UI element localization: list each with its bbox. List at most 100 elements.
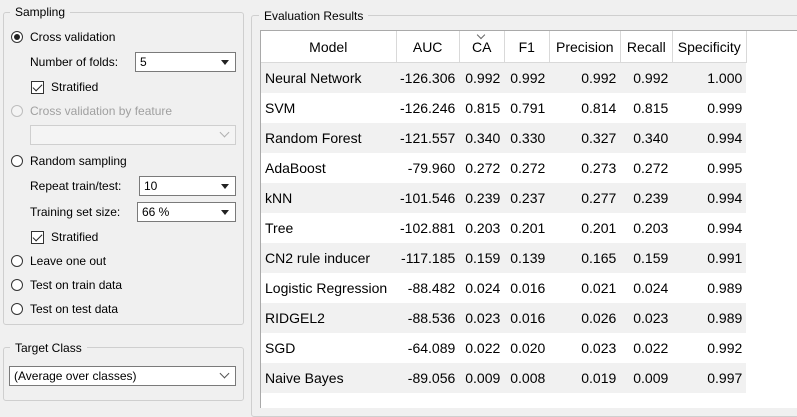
col-header-f1[interactable]: F1 [504,31,550,63]
table-row[interactable]: RIDGEL2 -88.536 0.023 0.016 0.026 0.023 0.989 [261,303,747,333]
table-row[interactable]: Naive Bayes -89.056 0.009 0.008 0.019 0.009 0.… [261,363,747,393]
cell-precision: 0.023 [581,340,617,356]
cell-precision: 0.273 [581,160,617,176]
checkbox-indicator [31,230,44,244]
test-on-train-label: Test on train data [30,278,123,292]
cell-recall: 0.023 [620,303,673,333]
cell-ca: 0.024 [465,280,501,296]
cell-specificity: 0.997 [672,363,747,393]
dropdown-arrow-icon [221,60,229,65]
dropdown-arrow-icon [221,184,229,189]
cell-auc: -79.960 [407,160,456,176]
stratified-checkbox-2[interactable]: Stratified [31,227,98,247]
table-row[interactable]: SGD -64.089 0.022 0.020 0.023 0.022 0.992 [261,333,746,363]
table-row[interactable]: Tree -102.881 0.203 0.201 0.201 0.203 0.994 [261,213,746,243]
cv-by-feature-radio[interactable]: Cross validation by feature [11,101,172,121]
folds-value: 5 [140,55,147,69]
cell-precision: 0.019 [549,363,621,393]
cell-f1: 0.020 [510,340,546,356]
radio-indicator [11,155,23,167]
cell-ca: 0.239 [459,183,505,213]
cell-ca: 0.992 [459,62,505,93]
results-title: Evaluation Results [259,9,369,23]
test-on-test-label: Test on test data [30,302,119,316]
cell-ca: 0.815 [465,100,501,116]
cell-ca: 0.203 [465,220,501,236]
radio-indicator [11,279,23,291]
results-table: Model AUC CA F1 Precision Recall Specifi… [261,31,747,393]
cell-f1: 0.791 [510,100,546,116]
leave-one-out-radio[interactable]: Leave one out [11,251,106,271]
cell-recall: 0.024 [633,280,669,296]
cell-specificity: 0.992 [707,340,743,356]
stratified-label-1: Stratified [51,80,99,94]
cell-f1: 0.016 [504,303,550,333]
cell-model: Logistic Regression [265,280,388,296]
cell-auc: -88.482 [407,280,456,296]
col-header-recall[interactable]: Recall [620,31,673,63]
cell-precision: 0.026 [549,303,621,333]
repeat-combo[interactable]: 10 [139,176,236,196]
cell-precision: 0.201 [581,220,617,236]
folds-combo[interactable]: 5 [135,52,236,72]
cell-specificity: 0.999 [707,100,743,116]
cell-auc: -101.546 [396,183,460,213]
cell-auc: -121.557 [396,123,460,153]
cell-recall: 0.815 [633,100,669,116]
col-header-auc[interactable]: AUC [396,31,460,63]
table-row[interactable]: kNN -101.546 0.239 0.237 0.277 0.239 0.994 [261,183,747,213]
cell-auc: -117.185 [396,243,460,273]
cell-model: Tree [265,220,294,236]
test-on-train-radio[interactable]: Test on train data [11,275,122,295]
cv-by-feature-label: Cross validation by feature [30,104,173,118]
results-table-view[interactable]: Model AUC CA F1 Precision Recall Specifi… [260,30,797,408]
cell-model: CN2 rule inducer [261,243,396,273]
col-header-model[interactable]: Model [261,31,397,63]
table-row[interactable]: CN2 rule inducer -117.185 0.159 0.139 0.165 0… [261,243,747,273]
cell-specificity: 0.995 [707,160,743,176]
cell-auc: -102.881 [400,220,456,236]
table-row[interactable]: Neural Network -126.306 0.992 0.992 0.992 0.9… [261,62,747,93]
target-class-combo[interactable]: (Average over classes) [9,366,236,386]
table-row[interactable]: Logistic Regression -88.482 0.024 0.016 0.02… [261,273,746,303]
table-row[interactable]: SVM -126.246 0.815 0.791 0.814 0.815 0.999 [261,93,746,123]
stratified-checkbox-1[interactable]: Stratified [31,77,98,97]
header-row: Model AUC CA F1 Precision Recall Specifi… [261,31,747,63]
target-class-value: (Average over classes) [14,369,137,383]
table-row[interactable]: Random Forest -121.557 0.340 0.330 0.327 0.34… [261,123,747,153]
cell-f1: 0.237 [504,183,550,213]
cell-model: RIDGEL2 [261,303,396,333]
cell-ca: 0.009 [459,363,505,393]
cell-auc: -88.536 [396,303,460,333]
feature-combo[interactable] [30,125,236,145]
cell-recall: 0.022 [633,340,669,356]
cell-recall: 0.272 [633,160,669,176]
cell-ca: 0.022 [465,340,501,356]
cell-f1: 0.330 [504,123,550,153]
repeat-value: 10 [144,179,158,193]
col-header-specificity[interactable]: Specificity [672,31,747,63]
cell-specificity: 0.989 [707,280,743,296]
cell-specificity: 0.989 [672,303,747,333]
random-sampling-label: Random sampling [30,154,127,168]
col-header-ca[interactable]: CA [459,31,505,63]
cell-model: Naive Bayes [261,363,396,393]
cell-f1: 0.139 [504,243,550,273]
table-row[interactable]: AdaBoost -79.960 0.272 0.272 0.273 0.272 0.995 [261,153,746,183]
chevron-down-icon [219,368,230,379]
cell-model: SGD [265,340,296,356]
radio-indicator [11,31,23,43]
cross-validation-radio[interactable]: Cross validation [11,27,115,47]
cell-auc: -89.056 [396,363,460,393]
cell-precision: 0.814 [581,100,617,116]
cell-model: AdaBoost [265,160,326,176]
checkbox-indicator [31,80,44,94]
cell-precision: 0.327 [549,123,621,153]
cross-validation-label: Cross validation [30,30,116,44]
test-on-test-radio[interactable]: Test on test data [11,299,118,319]
col-header-precision[interactable]: Precision [549,31,621,63]
sampling-title: Sampling [10,5,71,19]
cell-f1: 0.992 [504,62,550,93]
train-size-combo[interactable]: 66 % [137,202,236,222]
random-sampling-radio[interactable]: Random sampling [11,151,127,171]
